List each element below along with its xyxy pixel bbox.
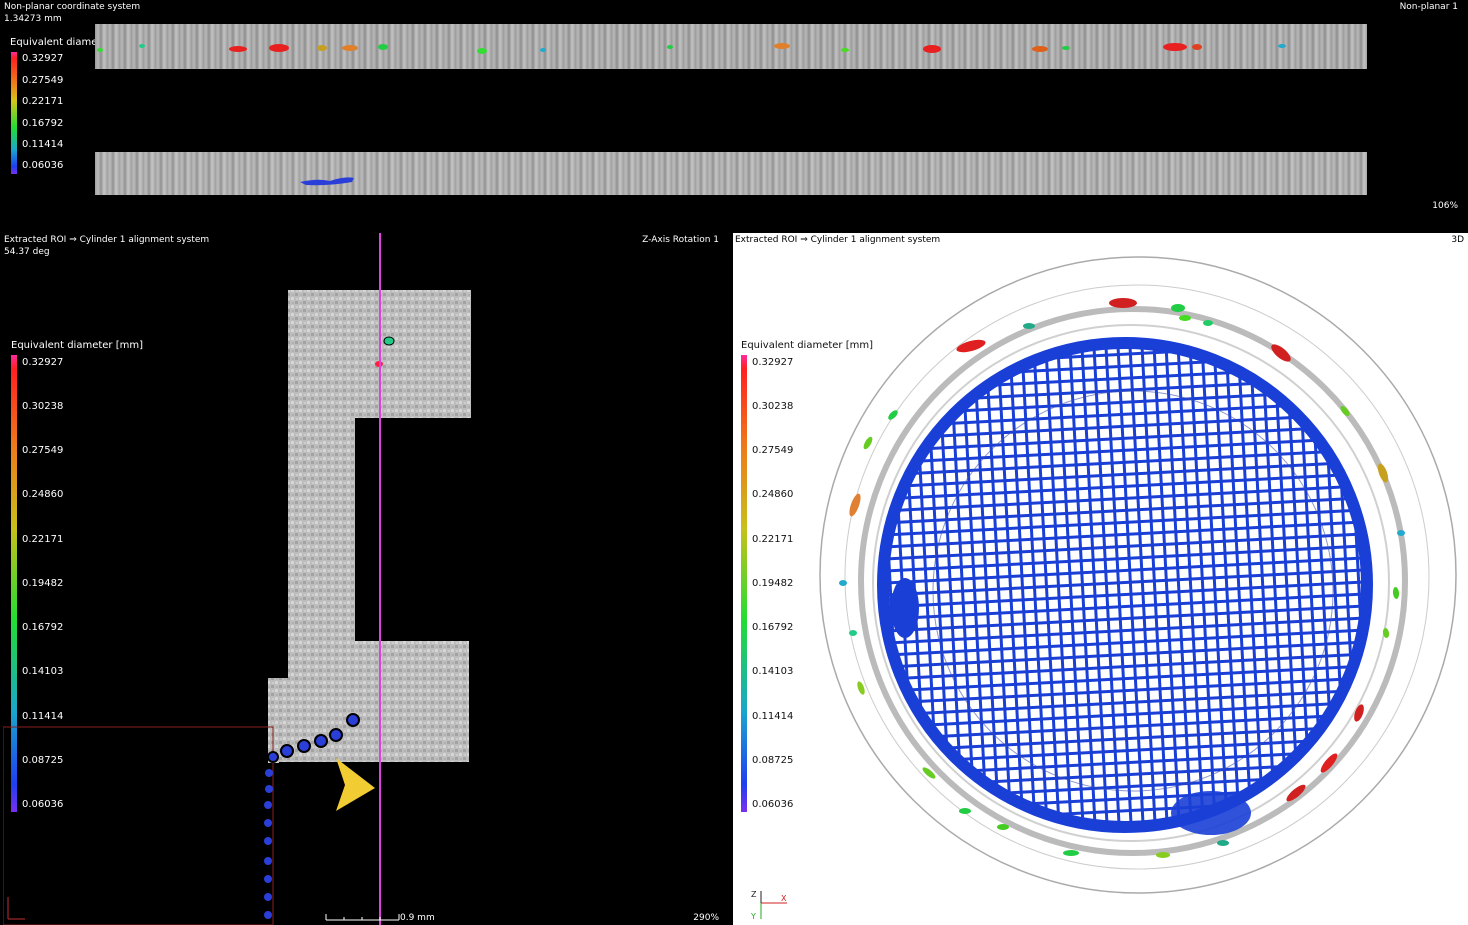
legend-tick: 0.27549 xyxy=(752,445,794,456)
corner-axis-indicator xyxy=(7,897,25,920)
legend-tick: 0.30238 xyxy=(752,401,794,412)
legend-tick: 0.11414 xyxy=(752,711,794,722)
legend-tick: 0.24860 xyxy=(752,489,794,500)
view-3d-canvas xyxy=(819,256,1457,894)
axis-z-label: Z xyxy=(751,890,757,899)
cross-section-part xyxy=(268,290,471,763)
scale-bar xyxy=(325,914,400,921)
top-defect-overlay xyxy=(97,43,1286,186)
slice-canvas xyxy=(3,233,471,925)
axis-y-label: Y xyxy=(751,912,756,921)
upper-strip-defects xyxy=(97,43,1286,54)
legend-tick: 0.08725 xyxy=(752,755,794,766)
top-view-panel[interactable]: Non-planar coordinate system 1.34273 mm … xyxy=(0,0,1468,231)
axis-x-label: X xyxy=(781,894,787,903)
yellow-arrow-marker xyxy=(336,758,375,811)
lower-strip-defect-cluster xyxy=(300,177,354,186)
legend-tick: 0.06036 xyxy=(752,799,794,810)
legend-title: Equivalent diameter [mm] xyxy=(741,340,873,351)
legend-tick: 0.32927 xyxy=(752,357,794,368)
legend-tick: 0.19482 xyxy=(752,578,794,589)
slice-view-panel[interactable]: Extracted ROI ⇒ Cylinder 1 alignment sys… xyxy=(3,233,729,925)
roi-outline xyxy=(3,726,274,925)
mesh-fold-cluster xyxy=(1171,791,1251,835)
legend-tick: 0.14103 xyxy=(752,666,794,677)
view-3d-panel[interactable]: Extracted ROI ⇒ Cylinder 1 alignment sys… xyxy=(733,233,1468,925)
legend-tick: 0.16792 xyxy=(752,622,794,633)
scale-bar-label: 0.9 mm xyxy=(400,913,435,923)
legend-tick: 0.22171 xyxy=(752,534,794,545)
axis-triad-icon: Z X Y xyxy=(747,889,797,923)
mesh-fold-left xyxy=(891,578,919,638)
legend-color-scale xyxy=(741,355,747,812)
